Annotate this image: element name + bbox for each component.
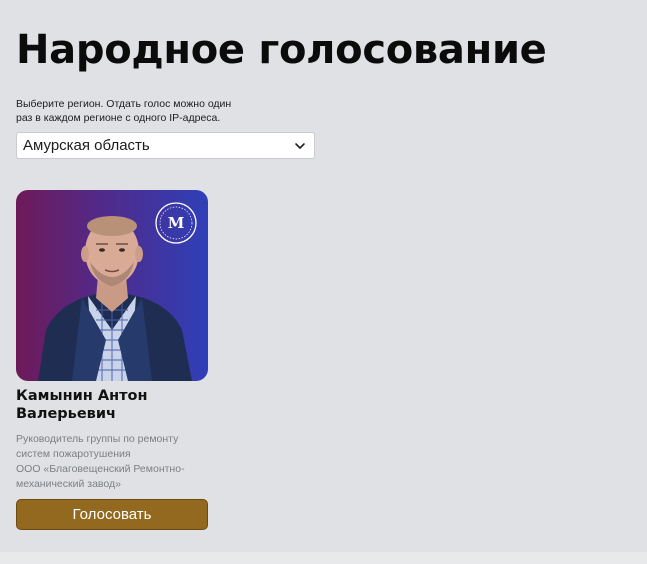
candidate-photo: М <box>16 190 208 381</box>
organization-logo-icon: М <box>155 202 197 244</box>
svg-text:М: М <box>168 214 185 232</box>
candidate-card: М Камынин Антон Валерьевич Руководитель … <box>16 190 208 530</box>
candidate-name: Камынин Антон Валерьевич <box>16 388 148 422</box>
candidate-description: Руководитель группы по ремонту систем по… <box>16 432 208 492</box>
candidate-position: Руководитель группы по ремонту систем по… <box>16 433 179 460</box>
page-title: Народное голосование <box>16 27 547 73</box>
chevron-down-icon[interactable] <box>294 140 306 152</box>
bottom-strip <box>0 552 647 564</box>
vote-button[interactable]: Голосовать <box>16 499 208 530</box>
region-select[interactable]: Амурская область <box>16 132 315 159</box>
candidate-company: ООО «Благовещенский Ремонтно-механически… <box>16 463 185 490</box>
region-hint: Выберите регион. Отдать голос можно один… <box>16 98 232 124</box>
region-select-value[interactable]: Амурская область <box>23 137 294 154</box>
